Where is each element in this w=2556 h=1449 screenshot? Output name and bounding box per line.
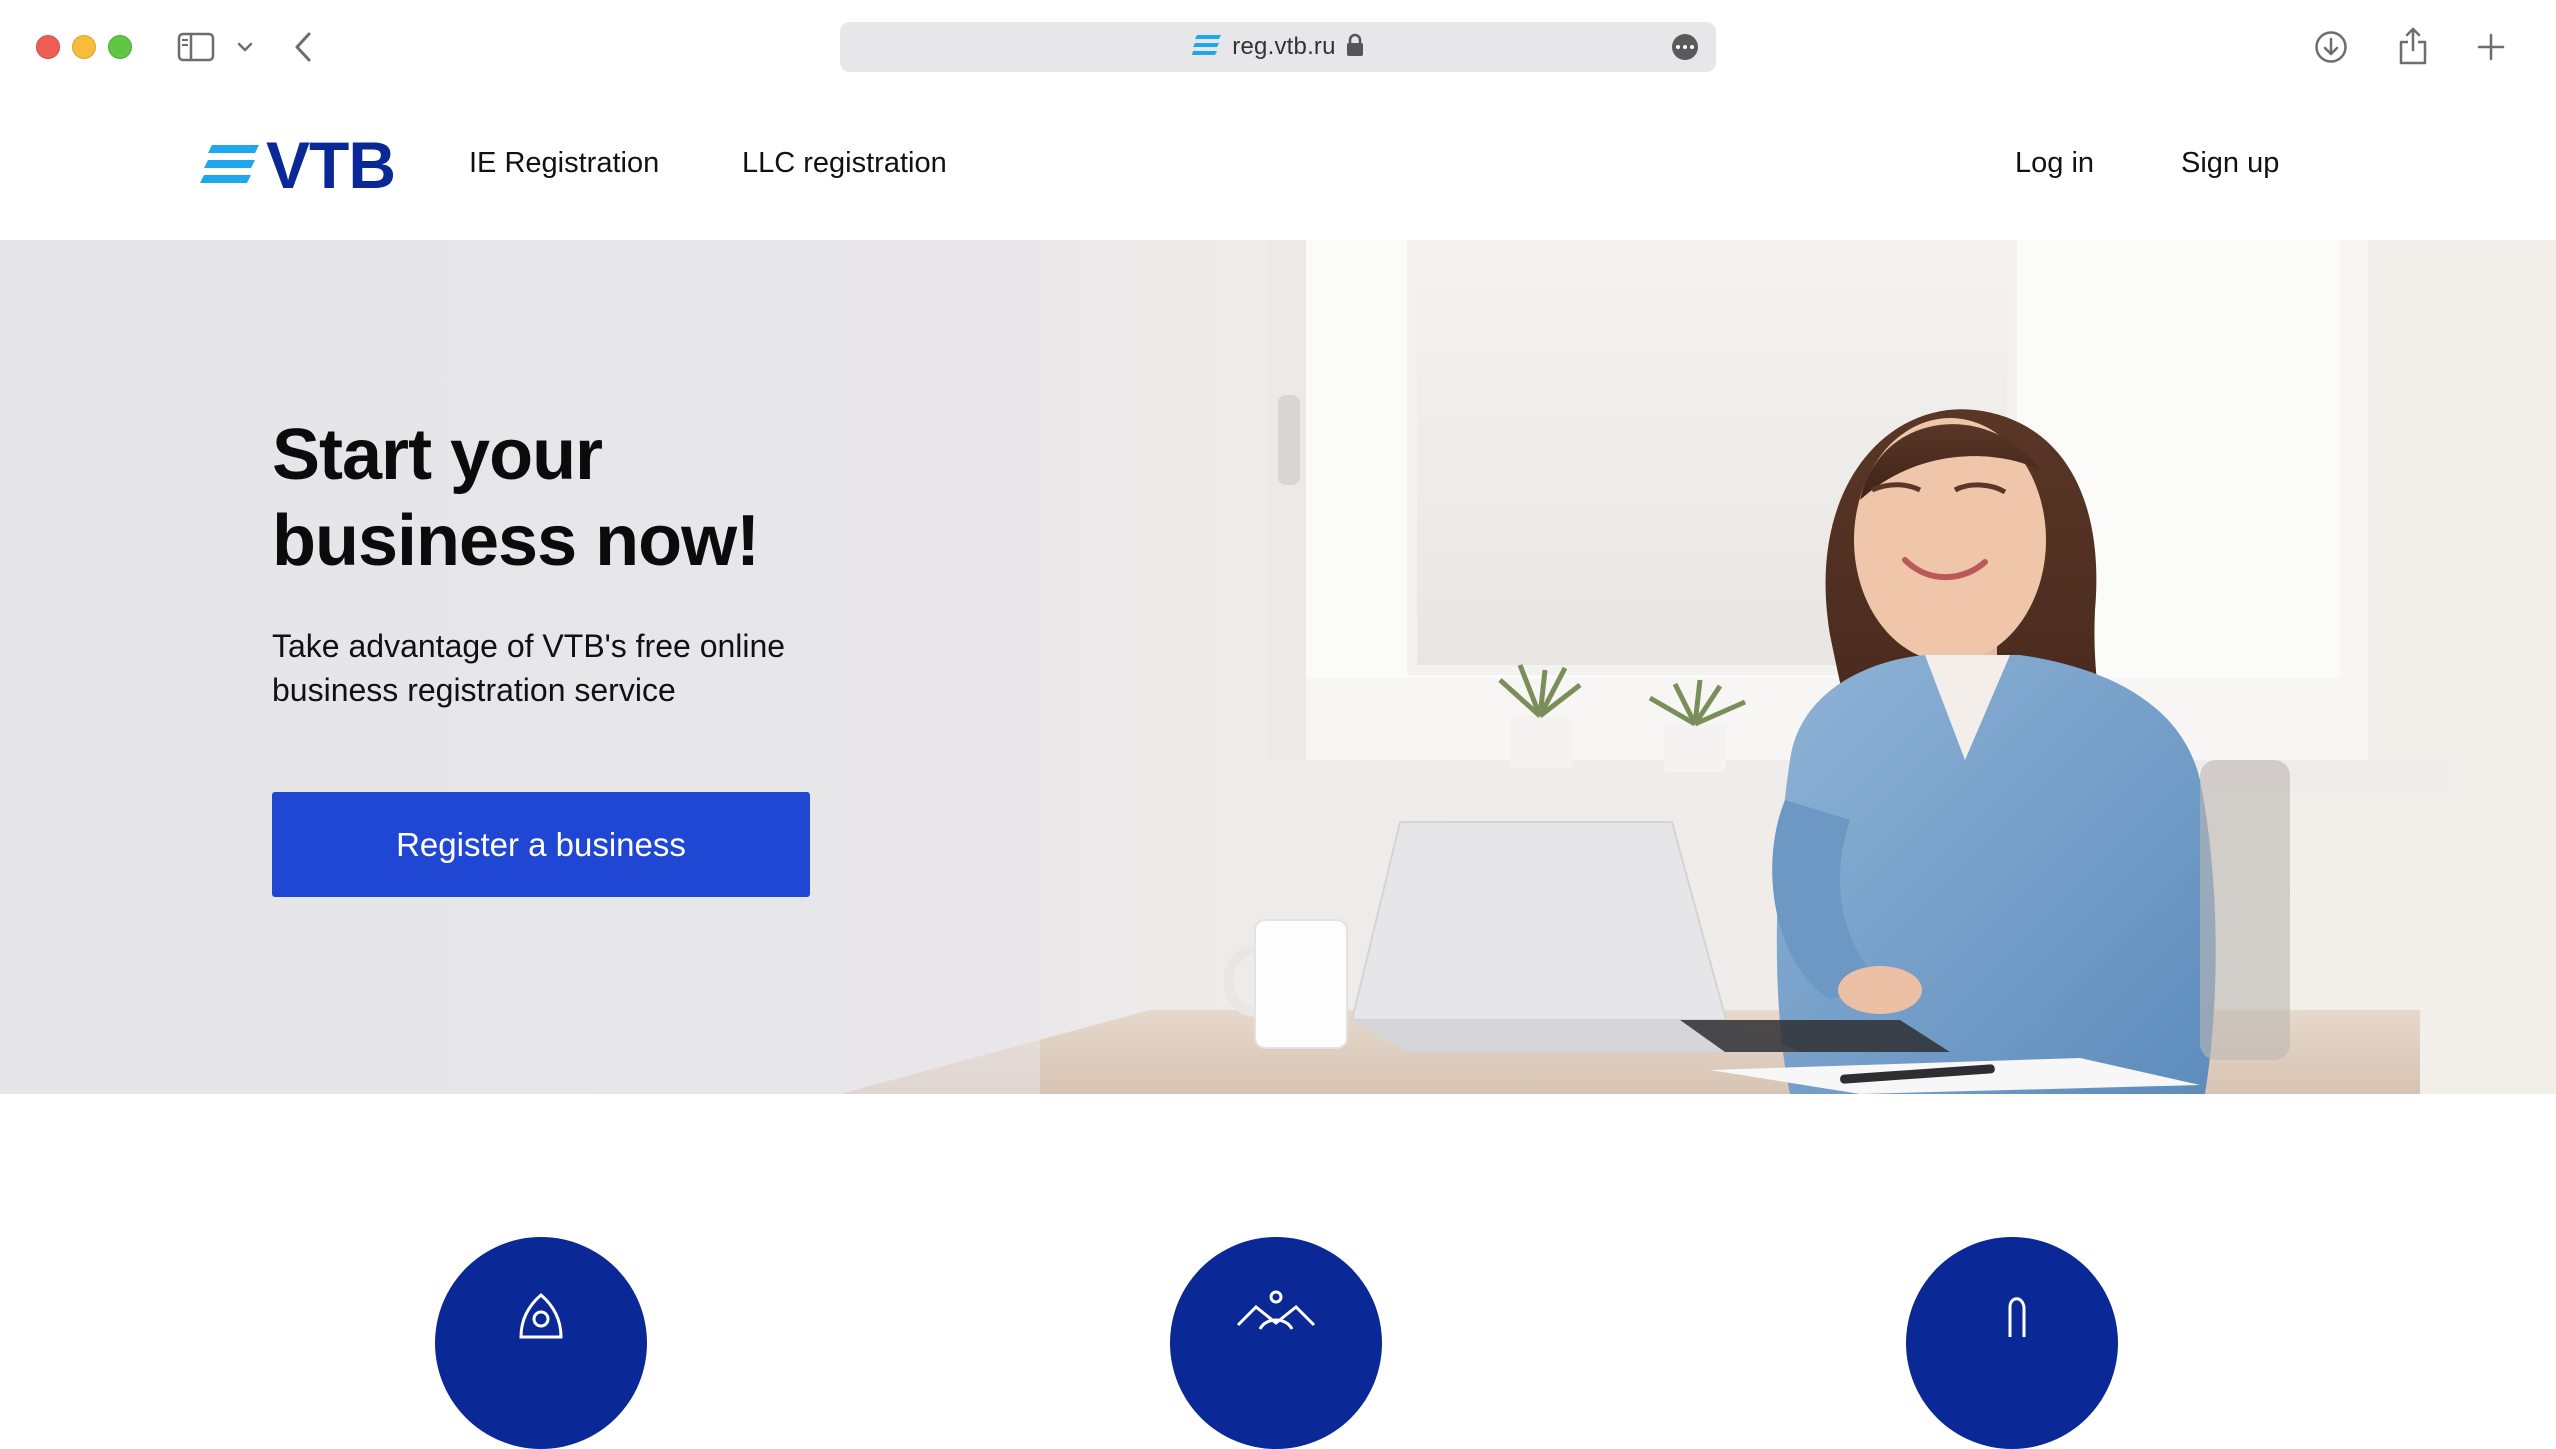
lock-icon — [1346, 33, 1364, 62]
site-header: VTB IE Registration LLC registration Log… — [0, 95, 2556, 240]
register-business-button[interactable]: Register a business — [272, 792, 810, 897]
hero-title-line2: business now! — [272, 501, 760, 581]
zoom-window-button[interactable] — [108, 35, 132, 59]
hero-subtitle-line2: business registration service — [272, 672, 676, 708]
sidebar-icon[interactable] — [176, 30, 216, 64]
vtb-logo[interactable]: VTB — [200, 125, 400, 205]
signup-link[interactable]: Sign up — [2181, 147, 2279, 180]
share-icon[interactable] — [2394, 24, 2432, 68]
thumbs-up-icon — [2008, 1297, 2026, 1337]
hero-title-line1: Start your — [272, 415, 603, 495]
close-window-button[interactable] — [36, 35, 60, 59]
hero-subtitle: Take advantage of VTB's free online busi… — [272, 624, 872, 712]
logo-text: VTB — [266, 128, 396, 202]
browser-toolbar: reg.vtb.ru — [0, 0, 2556, 95]
nav-llc-registration[interactable]: LLC registration — [742, 147, 947, 180]
hero-subtitle-line1: Take advantage of VTB's free online — [272, 628, 786, 664]
download-icon[interactable] — [2312, 28, 2350, 66]
vtb-favicon — [1192, 34, 1222, 61]
plus-icon[interactable] — [2472, 28, 2510, 66]
hero-title: Start your business now! — [272, 412, 760, 584]
hero-banner: Start your business now! Take advantage … — [0, 240, 2556, 1094]
rocket-icon — [519, 1293, 563, 1339]
minimize-window-button[interactable] — [72, 35, 96, 59]
url-text: reg.vtb.ru — [1232, 33, 1336, 60]
login-link[interactable]: Log in — [2015, 147, 2094, 180]
crown-icon — [1236, 1290, 1316, 1330]
back-arrow-icon[interactable] — [286, 28, 320, 66]
vtb-logo-stripes-icon — [200, 145, 259, 183]
feature-circle-1 — [435, 1237, 647, 1449]
feature-circle-2 — [1170, 1237, 1382, 1449]
more-icon[interactable] — [1672, 34, 1698, 60]
chevron-down-icon[interactable] — [234, 36, 256, 58]
address-bar[interactable]: reg.vtb.ru — [840, 22, 1716, 72]
feature-circle-3 — [1906, 1237, 2118, 1449]
nav-ie-registration[interactable]: IE Registration — [469, 147, 659, 180]
